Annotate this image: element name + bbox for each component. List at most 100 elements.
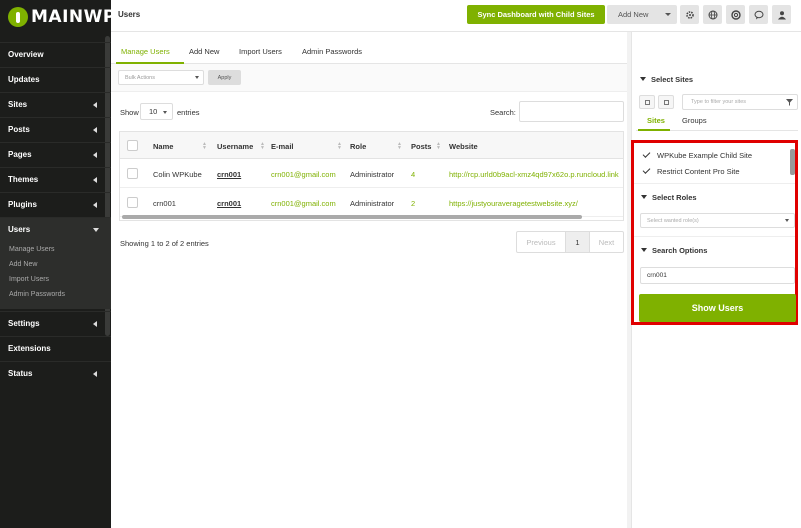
next-page-button[interactable]: Next: [590, 232, 623, 252]
entries-per-page-select[interactable]: 10: [140, 103, 173, 120]
bulk-actions-select[interactable]: Bulk Actions: [118, 70, 204, 85]
sidebar-item-label: Plugins: [8, 200, 37, 209]
help-icon[interactable]: [726, 5, 745, 24]
sort-icon[interactable]: ▲ ▼: [202, 142, 207, 151]
search-input[interactable]: [519, 101, 624, 122]
table-row: crn001 crn001 crn001@gmail.com Administr…: [120, 188, 623, 217]
chevron-left-icon: [93, 152, 97, 158]
tab-import-users[interactable]: Import Users: [239, 47, 282, 56]
filter-sites-input[interactable]: Type to filter your sites: [682, 94, 798, 110]
select-roles-heading[interactable]: Select Roles: [641, 193, 697, 202]
column-email[interactable]: E-mail: [271, 142, 294, 151]
checkbox-icon: [644, 99, 650, 105]
entries-label: entries: [177, 108, 200, 117]
cell-username[interactable]: crn001: [217, 199, 241, 208]
submenu-item-add-new[interactable]: Add New: [9, 261, 37, 268]
tab-add-new[interactable]: Add New: [189, 47, 219, 56]
chat-icon[interactable]: [749, 5, 768, 24]
sidebar: MAINWP Overview Updates Sites Posts Page…: [0, 0, 115, 528]
roles-select[interactable]: Select wanted role(s): [640, 213, 795, 228]
deselect-all-sites-button[interactable]: [658, 95, 674, 109]
mainwp-logo-icon: [8, 7, 28, 27]
globe-icon[interactable]: [703, 5, 722, 24]
sidebar-item-extensions[interactable]: Extensions: [0, 336, 111, 360]
site-checkbox-item[interactable]: WPKube Example Child Site: [642, 150, 753, 160]
show-users-button[interactable]: Show Users: [639, 294, 796, 322]
bulk-actions-placeholder: Bulk Actions: [125, 74, 155, 81]
cell-website[interactable]: https://justyouraveragetestwebsite.xyz/: [449, 199, 578, 208]
sidebar-item-settings[interactable]: Settings: [0, 311, 111, 335]
submenu-item-admin-passwords[interactable]: Admin Passwords: [9, 291, 65, 298]
gear-icon[interactable]: [680, 5, 699, 24]
sort-icon[interactable]: ▲ ▼: [337, 142, 342, 151]
user-icon[interactable]: [772, 5, 791, 24]
tab-manage-users[interactable]: Manage Users: [121, 47, 170, 56]
row-checkbox[interactable]: [127, 168, 138, 179]
square-icon: [663, 99, 669, 105]
row-checkbox[interactable]: [127, 197, 138, 208]
search-options-heading[interactable]: Search Options: [641, 246, 707, 255]
sidebar-item-label: Status: [8, 369, 33, 378]
sidebar-item-posts[interactable]: Posts: [0, 117, 111, 141]
sidebar-item-label: Themes: [8, 175, 39, 184]
table-horizontal-scrollbar[interactable]: [122, 215, 582, 219]
logo-text: MAINWP: [31, 7, 116, 27]
sidebar-item-sites[interactable]: Sites: [0, 92, 111, 116]
sites-list-scrollbar[interactable]: [790, 149, 795, 175]
cell-email[interactable]: crn001@gmail.com: [271, 170, 336, 179]
cell-website[interactable]: http://rcp.urld0b9acl-xmz4qd97x62o.p.run…: [449, 170, 619, 179]
cell-posts[interactable]: 2: [411, 199, 415, 208]
mainwp-logo[interactable]: MAINWP: [8, 6, 116, 28]
select-all-sites-button[interactable]: [639, 95, 655, 109]
select-all-checkbox[interactable]: [127, 140, 138, 151]
previous-page-button[interactable]: Previous: [517, 232, 565, 252]
chevron-left-icon: [93, 321, 97, 327]
submenu-item-manage-users[interactable]: Manage Users: [9, 246, 55, 253]
roles-placeholder: Select wanted role(s): [647, 217, 699, 224]
add-new-dropdown[interactable]: Add New: [607, 5, 677, 24]
sync-dashboard-button[interactable]: Sync Dashboard with Child Sites: [467, 5, 605, 24]
sidebar-item-updates[interactable]: Updates: [0, 67, 111, 91]
sidebar-item-status[interactable]: Status: [0, 361, 111, 385]
sort-icon[interactable]: ▲ ▼: [260, 142, 265, 151]
cell-email[interactable]: crn001@gmail.com: [271, 199, 336, 208]
tab-groups[interactable]: Groups: [682, 116, 707, 125]
column-posts[interactable]: Posts: [411, 142, 431, 151]
search-options-input[interactable]: crn001: [640, 267, 795, 284]
cell-username[interactable]: crn001: [217, 170, 241, 179]
tab-sites[interactable]: Sites: [647, 116, 665, 125]
column-name[interactable]: Name: [153, 142, 173, 151]
sidebar-item-label: Users: [8, 225, 31, 234]
caret-down-icon: [641, 248, 647, 252]
sidebar-item-users[interactable]: Users: [0, 217, 111, 241]
sidebar-item-label: Extensions: [8, 344, 51, 353]
column-website[interactable]: Website: [449, 142, 478, 151]
site-name: WPKube Example Child Site: [657, 151, 753, 160]
caret-down-icon: [665, 13, 671, 16]
page-1-button[interactable]: 1: [565, 232, 590, 252]
sidebar-item-plugins[interactable]: Plugins: [0, 192, 111, 216]
caret-down-icon: [163, 111, 167, 114]
sort-icon[interactable]: ▲ ▼: [397, 142, 402, 151]
site-checkbox-item[interactable]: Restrict Content Pro Site: [642, 166, 740, 176]
column-username[interactable]: Username: [217, 142, 253, 151]
caret-down-icon: [785, 219, 789, 222]
sidebar-item-overview[interactable]: Overview: [0, 42, 111, 66]
sidebar-item-pages[interactable]: Pages: [0, 142, 111, 166]
filter-icon: [786, 99, 793, 106]
entries-value: 10: [149, 107, 158, 116]
sidebar-item-themes[interactable]: Themes: [0, 167, 111, 191]
sidebar-item-label: Updates: [8, 75, 40, 84]
sidebar-item-label: Sites: [8, 100, 28, 109]
cell-posts[interactable]: 4: [411, 170, 415, 179]
chevron-left-icon: [93, 177, 97, 183]
cell-name: crn001: [153, 199, 176, 208]
select-sites-heading[interactable]: Select Sites: [640, 75, 693, 84]
checkmark-icon: [642, 150, 651, 158]
apply-button[interactable]: Apply: [208, 70, 241, 85]
submenu-item-import-users[interactable]: Import Users: [9, 276, 49, 283]
column-role[interactable]: Role: [350, 142, 366, 151]
cell-role: Administrator: [350, 199, 395, 208]
sort-icon[interactable]: ▲ ▼: [436, 142, 441, 151]
tab-admin-passwords[interactable]: Admin Passwords: [302, 47, 362, 56]
